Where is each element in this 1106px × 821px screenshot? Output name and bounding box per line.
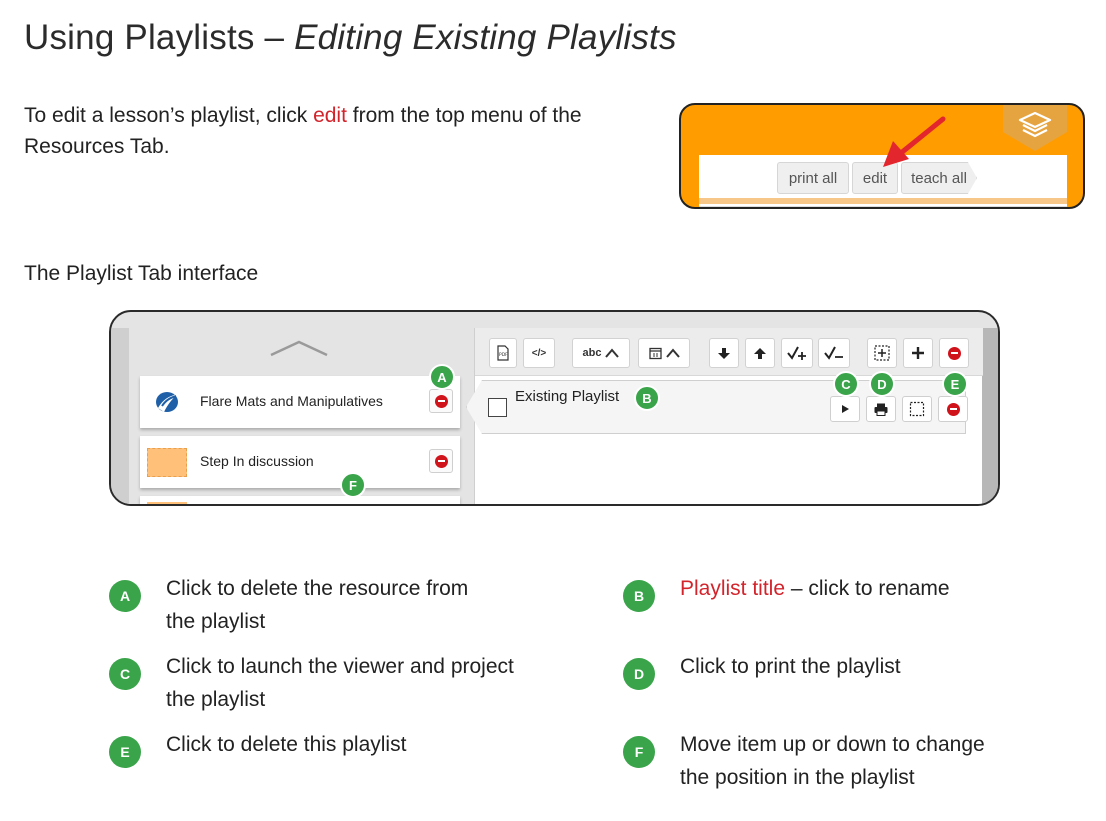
resource-card-label: Step In discussion xyxy=(200,453,314,469)
legend-text: Click to delete the resource from xyxy=(166,577,469,600)
legend-badge: C xyxy=(109,658,141,690)
sort-date-button[interactable] xyxy=(638,338,690,368)
callout-badge-c: C xyxy=(833,371,859,397)
callout-badge-a: A xyxy=(429,364,455,390)
move-down-button[interactable] xyxy=(709,338,739,368)
resource-card[interactable]: Flare Mats and Manipulatives xyxy=(140,376,460,428)
resource-list-panel: Flare Mats and Manipulatives Step In dis… xyxy=(129,328,474,504)
select-box-button[interactable] xyxy=(867,338,897,368)
minus-icon xyxy=(434,454,448,468)
text-sort-icon: abc xyxy=(582,347,602,359)
red-arrow-icon xyxy=(883,116,946,167)
select-playlist-button[interactable] xyxy=(902,396,932,422)
callout-badge-b: B xyxy=(634,385,660,411)
legend-text: Move item up or down to change xyxy=(680,733,985,756)
resources-layers-icon xyxy=(1003,105,1067,151)
delete-resource-button[interactable] xyxy=(429,449,453,473)
intro-edit-link-text: edit xyxy=(313,104,347,127)
launch-viewer-button[interactable] xyxy=(830,396,860,422)
callout-badge-f: F xyxy=(340,472,366,498)
legend-text: Click to launch the viewer and project xyxy=(166,655,514,678)
resource-thumbnail xyxy=(147,448,187,477)
legend-text: Click to print the playlist xyxy=(680,655,901,678)
scroll-up-chevron-icon[interactable] xyxy=(269,338,329,358)
resource-card[interactable]: Step In discussion xyxy=(140,436,460,488)
legend-text: Click to delete this playlist xyxy=(166,733,407,756)
svg-text:PDF: PDF xyxy=(499,352,508,358)
delete-toolbar-button[interactable] xyxy=(939,338,969,368)
pdf-icon: PDF xyxy=(497,345,509,361)
legend-text: the position in the playlist xyxy=(680,766,915,789)
legend-text: the playlist xyxy=(166,688,266,711)
callout-badge-e: E xyxy=(942,371,968,397)
callout-badge-d: D xyxy=(869,371,895,397)
resource-thumbnail xyxy=(147,502,187,504)
section-heading: The Playlist Tab interface xyxy=(24,262,259,285)
minus-icon xyxy=(434,394,448,408)
page-title-italic: Editing Existing Playlists xyxy=(294,18,677,57)
playlist-checkbox[interactable] xyxy=(488,398,507,417)
legend-text-highlight: Playlist title xyxy=(680,577,786,600)
legend-badge: D xyxy=(623,658,655,690)
chevron-up-icon xyxy=(665,348,680,358)
add-icon xyxy=(912,347,924,359)
select-box-icon xyxy=(874,345,890,361)
check-plus-button[interactable] xyxy=(781,338,813,368)
move-down-icon xyxy=(718,347,730,359)
check-minus-icon xyxy=(824,346,843,360)
intro-paragraph: To edit a lesson’s playlist, click edit … xyxy=(24,100,654,162)
embed-code-icon: </> xyxy=(531,347,547,359)
edit-menu-snippet: print all edit teach all xyxy=(679,103,1085,209)
playlist-row[interactable]: Existing Playlist xyxy=(466,380,982,434)
delete-icon xyxy=(947,346,961,360)
playlist-toolbar: PDF </> abc xyxy=(475,328,983,376)
dotted-box-icon xyxy=(909,401,925,417)
intro-text-line2: Resources Tab. xyxy=(24,135,170,158)
legend-text: the playlist xyxy=(166,610,266,633)
legend-badge: E xyxy=(109,736,141,768)
intro-text-end: from the top menu of the xyxy=(346,104,582,127)
legend-badge: B xyxy=(623,580,655,612)
flare-logo-icon xyxy=(156,392,178,412)
resource-card[interactable] xyxy=(140,496,460,504)
check-minus-button[interactable] xyxy=(818,338,850,368)
calendar-sort-icon xyxy=(648,347,662,359)
print-icon xyxy=(874,403,888,416)
legend-badge: A xyxy=(109,580,141,612)
minus-icon xyxy=(946,402,960,416)
print-playlist-button[interactable] xyxy=(866,396,896,422)
intro-text-start: To edit a lesson’s playlist, click xyxy=(24,104,314,127)
delete-resource-button[interactable] xyxy=(429,389,453,413)
playlist-title[interactable]: Existing Playlist xyxy=(515,388,619,405)
resource-card-label: Flare Mats and Manipulatives xyxy=(200,393,383,409)
check-plus-icon xyxy=(787,346,806,360)
add-playlist-button[interactable] xyxy=(903,338,933,368)
print-all-button[interactable]: print all xyxy=(777,162,849,194)
sort-alpha-button[interactable]: abc xyxy=(572,338,630,368)
legend-text: – click to rename xyxy=(785,577,950,600)
embed-code-button[interactable]: </> xyxy=(523,338,555,368)
playlist-tab-screenshot: Flare Mats and Manipulatives Step In dis… xyxy=(109,310,1000,506)
delete-playlist-button[interactable] xyxy=(938,396,968,422)
move-up-button[interactable] xyxy=(745,338,775,368)
move-up-icon xyxy=(754,347,766,359)
play-icon xyxy=(842,405,849,413)
page-title-main: Using Playlists – xyxy=(24,18,295,57)
chevron-up-icon xyxy=(605,348,620,358)
pdf-button[interactable]: PDF xyxy=(489,338,517,368)
page-title: Using Playlists – Editing Existing Playl… xyxy=(24,18,677,58)
legend-badge: F xyxy=(623,736,655,768)
